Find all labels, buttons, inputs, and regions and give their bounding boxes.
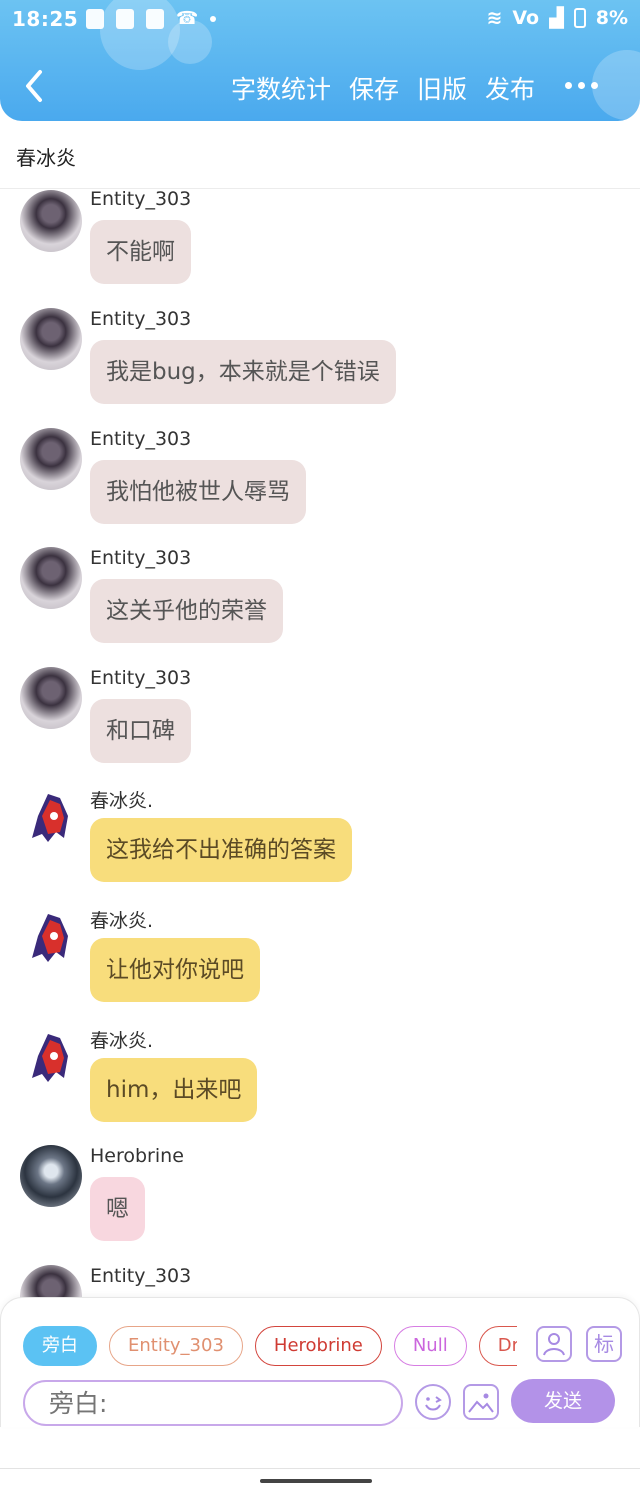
message-item[interactable]: Herobrine 嗯	[0, 1145, 640, 1265]
message-bubble[interactable]: 和口碑	[90, 699, 191, 763]
message-item[interactable]: Entity_303	[0, 1265, 640, 1300]
character-chip-entity[interactable]: Entity_303	[109, 1326, 243, 1366]
avatar-herobrine[interactable]	[20, 1145, 82, 1207]
system-nav-bar	[0, 1468, 640, 1493]
character-chip-narrator[interactable]: 旁白	[23, 1326, 97, 1366]
character-manage-icon[interactable]	[536, 1326, 572, 1362]
character-selector[interactable]: 旁白 Entity_303 Herobrine Null Drea	[23, 1326, 517, 1368]
message-input[interactable]	[23, 1380, 403, 1426]
toolbar-actions: 字数统计 保存 旧版 发布	[231, 70, 535, 106]
message-bubble[interactable]: 嗯	[90, 1177, 145, 1241]
message-item[interactable]: 春冰炎. him，出来吧	[0, 1026, 640, 1146]
message-bubble[interactable]: 不能啊	[90, 220, 191, 284]
volte-label: Vo	[512, 7, 540, 29]
sender-name: Entity_303	[90, 1265, 192, 1287]
message-bubble[interactable]: 我怕他被世人辱骂	[90, 460, 306, 524]
avatar-entity[interactable]	[20, 428, 82, 490]
sender-name: Entity_303	[90, 667, 192, 689]
message-item[interactable]: Entity_303 我怕他被世人辱骂	[0, 428, 640, 548]
save-button[interactable]: 保存	[349, 70, 399, 106]
emoji-icon[interactable]	[415, 1384, 451, 1420]
status-bar: 18:25 ☎ ≋ Vo ▟ 8%	[0, 0, 640, 38]
message-item[interactable]: 春冰炎. 这我给不出准确的答案	[0, 786, 640, 906]
message-list[interactable]: Entity_303 不能啊 Entity_303 我是bug，本来就是个错误 …	[0, 190, 640, 1300]
send-button[interactable]: 发送	[511, 1379, 615, 1423]
image-icon	[116, 8, 134, 29]
story-title-row[interactable]: 春冰炎	[0, 121, 640, 189]
image-picker-icon[interactable]	[463, 1384, 499, 1420]
more-options-icon[interactable]	[565, 82, 598, 89]
avatar-chun[interactable]	[20, 906, 82, 968]
picture-icon	[468, 1393, 494, 1413]
app-icon	[146, 8, 164, 29]
message-item[interactable]: 春冰炎. 让他对你说吧	[0, 906, 640, 1026]
avatar-entity[interactable]	[20, 1265, 82, 1300]
message-item[interactable]: Entity_303 和口碑	[0, 667, 640, 787]
avatar-entity[interactable]	[20, 308, 82, 370]
status-notification-icons: ☎	[86, 8, 217, 29]
sender-name: Entity_303	[90, 190, 192, 210]
avatar-entity[interactable]	[20, 190, 82, 252]
sender-name: 春冰炎.	[90, 910, 154, 932]
battery-icon	[573, 8, 586, 28]
app-root: 18:25 ☎ ≋ Vo ▟ 8% 字数统计 保存 旧版 发布 春冰炎 Enti…	[0, 0, 640, 1493]
message-item[interactable]: Entity_303 我是bug，本来就是个错误	[0, 308, 640, 428]
toolbar: 字数统计 保存 旧版 发布	[0, 62, 640, 112]
old-version-button[interactable]: 旧版	[417, 70, 467, 106]
sender-name: 春冰炎.	[90, 790, 154, 812]
message-bubble[interactable]: him，出来吧	[90, 1058, 258, 1122]
message-item[interactable]: Entity_303 这关乎他的荣誉	[0, 547, 640, 667]
signal-icon: ▟	[549, 7, 564, 29]
message-bubble[interactable]: 这关乎他的荣誉	[90, 579, 283, 643]
word-count-button[interactable]: 字数统计	[231, 70, 331, 106]
alert-icon	[86, 8, 104, 29]
missed-call-icon: ☎	[176, 8, 199, 29]
story-title: 春冰炎	[16, 146, 76, 170]
avatar-entity[interactable]	[20, 547, 82, 609]
person-icon	[543, 1333, 565, 1356]
tag-button[interactable]: 标	[586, 1326, 622, 1362]
home-indicator[interactable]	[260, 1479, 372, 1483]
sender-name: Entity_303	[90, 428, 192, 450]
sender-name: Entity_303	[90, 547, 192, 569]
back-icon[interactable]	[20, 68, 50, 104]
character-chip-dream[interactable]: Drea	[478, 1326, 517, 1366]
status-right: ≋ Vo ▟ 8%	[486, 7, 628, 29]
message-bubble[interactable]: 我是bug，本来就是个错误	[90, 340, 396, 404]
avatar-entity[interactable]	[20, 667, 82, 729]
wifi-icon: ≋	[486, 7, 503, 29]
status-time: 18:25	[12, 7, 79, 31]
avatar-chun[interactable]	[20, 786, 82, 848]
header: 18:25 ☎ ≋ Vo ▟ 8% 字数统计 保存 旧版 发布	[0, 0, 640, 121]
avatar-chun[interactable]	[20, 1026, 82, 1088]
smile-icon	[425, 1396, 442, 1411]
sender-name: Entity_303	[90, 308, 192, 330]
message-item[interactable]: Entity_303 不能啊	[0, 190, 640, 310]
message-bubble[interactable]: 让他对你说吧	[90, 938, 260, 1002]
sender-name: 春冰炎.	[90, 1030, 154, 1052]
character-chip-null[interactable]: Null	[393, 1326, 467, 1366]
more-notifications-icon	[210, 15, 217, 22]
character-chip-herobrine[interactable]: Herobrine	[254, 1326, 382, 1366]
publish-button[interactable]: 发布	[485, 70, 535, 106]
battery-level: 8%	[595, 7, 628, 29]
composer-panel: 旁白 Entity_303 Herobrine Null Drea 标 发送	[0, 1297, 640, 1427]
sender-name: Herobrine	[90, 1145, 184, 1167]
message-bubble[interactable]: 这我给不出准确的答案	[90, 818, 352, 882]
